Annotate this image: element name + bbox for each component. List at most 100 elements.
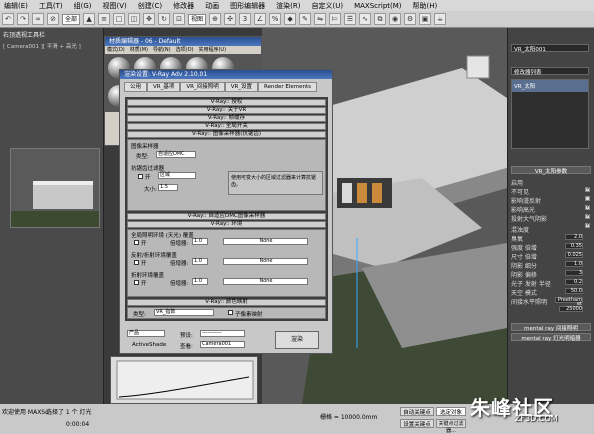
undo-icon[interactable]: ↶	[2, 13, 14, 25]
render-button[interactable]: 渲染	[275, 331, 319, 349]
curve-editor-icon[interactable]: ∿	[359, 13, 372, 25]
manipulate-icon[interactable]: ✣	[224, 13, 237, 25]
rollout-about-vray[interactable]: V-Ray:: 关于VR	[127, 107, 326, 114]
select-rotate-icon[interactable]: ↻	[158, 13, 171, 25]
aa-size-input[interactable]: 1.5	[158, 184, 178, 191]
stack-item[interactable]: VR_太阳	[512, 80, 588, 92]
tab-common[interactable]: 公用	[124, 82, 148, 92]
key-filters-button[interactable]: 关键点过滤器...	[436, 419, 466, 434]
spinner-snap-icon[interactable]: ◆	[284, 13, 297, 25]
selection-filter-dropdown[interactable]: 全部	[62, 13, 81, 25]
select-scale-icon[interactable]: ⊡	[173, 13, 186, 25]
sampler-type-select[interactable]: 自适应DMC	[156, 151, 196, 158]
tab-vr-settings[interactable]: VR_设置	[224, 82, 259, 92]
tab-render-elements[interactable]: Render Elements	[258, 82, 318, 92]
mat-menu-mode[interactable]: 模式(D)	[107, 46, 125, 54]
named-selection-icon[interactable]: ✎	[299, 13, 312, 25]
refr-multiplier-input[interactable]: 1.0	[192, 278, 208, 285]
menu-create[interactable]: 创建(C)	[138, 1, 162, 11]
view-select[interactable]: Camera001	[200, 341, 245, 348]
aa-filter-select[interactable]: 区域	[158, 172, 196, 179]
aa-filter-on-checkbox[interactable]	[138, 174, 143, 179]
tab-vr-indirect[interactable]: VR_间接照明	[180, 82, 225, 92]
tab-vr-base[interactable]: VR_基项	[147, 82, 181, 92]
snap-icon[interactable]: 3	[239, 13, 252, 25]
material-editor-icon[interactable]: ◉	[389, 13, 402, 25]
gi-multiplier-input[interactable]: 1.0	[192, 238, 208, 245]
mat-menu-navigation[interactable]: 导航(N)	[153, 46, 171, 54]
menu-rendering[interactable]: 渲染(R)	[276, 1, 300, 11]
rect-selection-icon[interactable]: □	[113, 13, 126, 25]
params-rollout-title[interactable]: VR_太阳参数	[511, 166, 591, 175]
render-setup-title[interactable]: 渲染设置: V-Ray Adv 2.10.01	[120, 70, 332, 79]
refl-env-map-button[interactable]: None	[223, 258, 308, 265]
color-mapping-type-label: 类型:	[133, 312, 146, 318]
param-value[interactable]: 25000	[559, 306, 583, 312]
window-crossing-icon[interactable]: ◫	[128, 13, 141, 25]
left-viewport[interactable]: 右顶透视工具栏 [ Camera001 ][ 平滑 + 高光 ]	[0, 28, 104, 404]
unlink-icon[interactable]: ⊘	[47, 13, 59, 25]
set-key-button[interactable]: 设置关键点	[400, 419, 434, 428]
menu-animation[interactable]: 动画	[205, 1, 219, 11]
rollout-color-mapping[interactable]: V-Ray:: 颜色映射	[127, 299, 326, 306]
watermark-url: ZF3D.COM	[515, 414, 558, 423]
modifier-list-dropdown[interactable]: 修改器列表	[511, 67, 589, 76]
auto-key-button[interactable]: 自动关键点	[400, 407, 434, 416]
object-name-field[interactable]: VR_太阳001	[511, 44, 589, 53]
color-mapping-type-select[interactable]: VR_指数	[154, 309, 214, 316]
select-move-icon[interactable]: ✥	[143, 13, 156, 25]
product-select[interactable]: 产品	[127, 330, 165, 337]
material-editor-title[interactable]: 材质编辑器 - 06 - Default	[105, 37, 261, 46]
menu-group[interactable]: 组(G)	[74, 1, 92, 11]
pivot-icon[interactable]: ⊕	[209, 13, 222, 25]
menu-views[interactable]: 视图(V)	[103, 1, 127, 11]
menu-help[interactable]: 帮助(H)	[413, 1, 438, 11]
menu-edit[interactable]: 编辑(E)	[4, 1, 28, 11]
mat-menu-utilities[interactable]: 实用程序(U)	[198, 46, 226, 54]
schematic-icon[interactable]: ⧉	[374, 13, 387, 25]
mat-menu-options[interactable]: 选项(O)	[176, 46, 194, 54]
select-object-icon[interactable]: ▲	[83, 13, 96, 25]
preset-select[interactable]: -----------	[200, 330, 245, 337]
menu-tools[interactable]: 工具(T)	[39, 1, 63, 11]
rollout-adaptive-dmc[interactable]: V-Ray:: 自适应DMC图像采样器	[127, 213, 326, 220]
rollout-frame-buffer[interactable]: V-Ray:: 帧缓存	[127, 115, 326, 122]
selected-dropdown[interactable]: 选定对象	[436, 407, 466, 416]
rollout-global-switches[interactable]: V-Ray:: 全局开关	[127, 123, 326, 130]
layer-icon[interactable]: ☰	[344, 13, 357, 25]
link-icon[interactable]: ∞	[32, 13, 44, 25]
align-icon[interactable]: ⊨	[329, 13, 342, 25]
refr-env-on-checkbox[interactable]	[134, 280, 139, 285]
percent-snap-icon[interactable]: %	[269, 13, 282, 25]
camera-label[interactable]: [ Camera001 ][ 平滑 + 高光 ]	[3, 42, 81, 50]
rollout-image-sampler[interactable]: V-Ray:: 图像采样器(抗锯齿)	[127, 131, 326, 138]
mat-menu-material[interactable]: 材质(M)	[130, 46, 148, 54]
render-setup-window[interactable]: 渲染设置: V-Ray Adv 2.10.01 公用 VR_基项 VR_间接照明…	[119, 69, 333, 354]
menu-maxscript[interactable]: MAXScript(M)	[354, 2, 401, 10]
curve-preview-window[interactable]	[110, 356, 258, 404]
rollout-environment[interactable]: V-Ray:: 环境	[127, 221, 326, 228]
maxscript-listener[interactable]: 欢迎使用 MAXSc	[2, 407, 48, 416]
render-icon[interactable]: ☕	[434, 13, 447, 25]
mr-indirect-rollout[interactable]: mental ray 间接照明	[511, 323, 591, 332]
redo-icon[interactable]: ↷	[17, 13, 29, 25]
param-label: 影响漫反射	[511, 198, 542, 205]
angle-snap-icon[interactable]: ∠	[254, 13, 267, 25]
render-setup-icon[interactable]: ⚙	[404, 13, 417, 25]
menu-graph-editors[interactable]: 图形编辑器	[230, 1, 265, 11]
refl-multiplier-input[interactable]: 1.0	[192, 258, 208, 265]
select-by-name-icon[interactable]: ≡	[98, 13, 111, 25]
refr-env-map-button[interactable]: None	[223, 278, 308, 285]
gi-env-on-checkbox[interactable]	[134, 240, 139, 245]
menu-customize[interactable]: 自定义(U)	[311, 1, 343, 11]
mirror-icon[interactable]: ⇋	[314, 13, 327, 25]
sub-pixel-checkbox[interactable]	[228, 310, 233, 315]
mr-shader-rollout[interactable]: mental ray 灯光明暗器	[511, 333, 591, 342]
gi-env-map-button[interactable]: None	[223, 238, 308, 245]
rollout-authorization[interactable]: V-Ray:: 授权	[127, 99, 326, 106]
refl-env-on-checkbox[interactable]	[134, 260, 139, 265]
activeshade-label[interactable]: ActiveShade	[132, 342, 166, 348]
menu-modifiers[interactable]: 修改器	[173, 1, 194, 11]
render-frame-icon[interactable]: ▣	[419, 13, 432, 25]
reference-coord-dropdown[interactable]: 视图	[188, 13, 207, 25]
